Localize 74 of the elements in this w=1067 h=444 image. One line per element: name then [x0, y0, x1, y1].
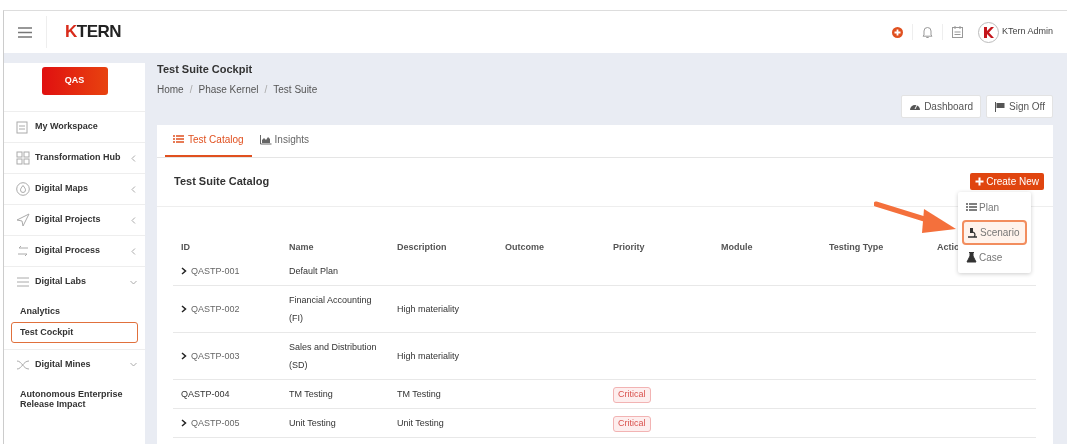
- map-icon: [16, 182, 30, 196]
- logo: KTERN: [65, 21, 122, 44]
- sidebar-item[interactable]: Digital Projects: [4, 204, 145, 235]
- page-title: Test Suite Cockpit: [157, 62, 254, 77]
- breadcrumb-link[interactable]: Phase Kernel: [198, 81, 259, 97]
- table-cell-text: QASTP-003: [191, 350, 240, 364]
- column-header: Module: [721, 240, 754, 254]
- expand-chevron-icon[interactable]: [181, 419, 187, 428]
- column-header: Testing Type: [829, 240, 885, 254]
- sidebar-subitem[interactable]: Analytics: [11, 301, 138, 322]
- create-new-button[interactable]: Create New: [970, 173, 1044, 190]
- list-icon: [16, 275, 30, 289]
- expand-chevron-icon[interactable]: [181, 305, 187, 314]
- document-icon: [16, 120, 30, 134]
- menu-item[interactable]: Scenario: [962, 219, 1027, 245]
- sidebar-item[interactable]: Digital Labs: [4, 266, 145, 297]
- sidebar-item[interactable]: My Workspace: [4, 111, 145, 142]
- send-icon: [16, 213, 30, 227]
- priority-tag: Critical: [613, 387, 651, 403]
- table-cell: Unit Testing: [397, 418, 444, 429]
- flag-icon: [994, 100, 1007, 112]
- section-title: Test Suite Catalog: [174, 174, 270, 190]
- shuffle-icon: [16, 357, 30, 372]
- sidebar-subitem[interactable]: Autonomous Enterprise Release Impact: [11, 383, 138, 416]
- table-cell: TM Testing: [397, 389, 441, 400]
- plus-icon: [975, 177, 985, 186]
- tab[interactable]: Insights: [251, 124, 318, 157]
- microscope-icon: [967, 226, 978, 238]
- list-icon: [173, 134, 185, 145]
- list-icon: [966, 201, 977, 213]
- column-header: ID: [181, 240, 191, 254]
- expand-chevron-icon[interactable]: [181, 352, 187, 361]
- table-cell-text: Default Plan: [288, 265, 340, 279]
- menu-item[interactable]: Plan: [962, 195, 1027, 219]
- breadcrumb-separator: /: [264, 82, 268, 97]
- menu-item[interactable]: Case: [962, 245, 1027, 269]
- breadcrumb-link[interactable]: Home: [157, 81, 184, 97]
- column-header: Outcome: [505, 240, 545, 254]
- sidebar-item[interactable]: Digital Maps: [4, 173, 145, 204]
- bar-chart-icon: [259, 134, 272, 145]
- sidebar-item[interactable]: Digital Process: [4, 235, 145, 266]
- table-cell-text: Unit Testing: [288, 417, 337, 431]
- table-cell: High materiality: [397, 304, 460, 315]
- calendar-icon[interactable]: [952, 26, 964, 38]
- column-header: Description: [397, 240, 448, 254]
- tab[interactable]: Test Catalog: [165, 124, 252, 157]
- process-icon: [16, 244, 30, 258]
- environment-button[interactable]: QAS: [41, 67, 108, 95]
- bell-icon[interactable]: [922, 25, 934, 39]
- sidebar-subitem[interactable]: Test Cockpit: [11, 321, 138, 343]
- table-cell-text: QASTP-004: [181, 388, 230, 402]
- sidebar-item[interactable]: Digital Mines: [4, 348, 145, 380]
- sign-off-button[interactable]: Sign Off: [986, 94, 1053, 118]
- table-cell-text: QASTP-001: [191, 265, 240, 279]
- add-icon[interactable]: [892, 26, 904, 38]
- avatar-icon[interactable]: [978, 21, 1000, 43]
- table-cell: High materiality: [397, 351, 460, 362]
- breadcrumb-current: Test Suite: [273, 82, 318, 97]
- table-cell-text: QASTP-005: [191, 417, 240, 431]
- user-name[interactable]: KTern Admin: [1001, 25, 1053, 39]
- grid-icon: [16, 151, 30, 165]
- dashboard-button[interactable]: Dashboard: [901, 94, 982, 118]
- menu-icon[interactable]: [18, 26, 32, 38]
- table-cell-text: Sales and Distribution (SD): [288, 341, 378, 373]
- column-header: Priority: [613, 240, 646, 254]
- breadcrumb-separator: /: [189, 82, 193, 97]
- priority-tag: Critical: [613, 416, 651, 432]
- expand-chevron-icon[interactable]: [181, 267, 187, 276]
- table-cell-text: QASTP-002: [191, 303, 240, 317]
- table-cell-text: Financial Accounting (FI): [288, 294, 373, 326]
- sidebar-item[interactable]: Transformation Hub: [4, 142, 145, 173]
- column-header: Name: [289, 240, 315, 254]
- table-cell-text: TM Testing: [288, 388, 334, 402]
- flask-icon: [966, 251, 977, 263]
